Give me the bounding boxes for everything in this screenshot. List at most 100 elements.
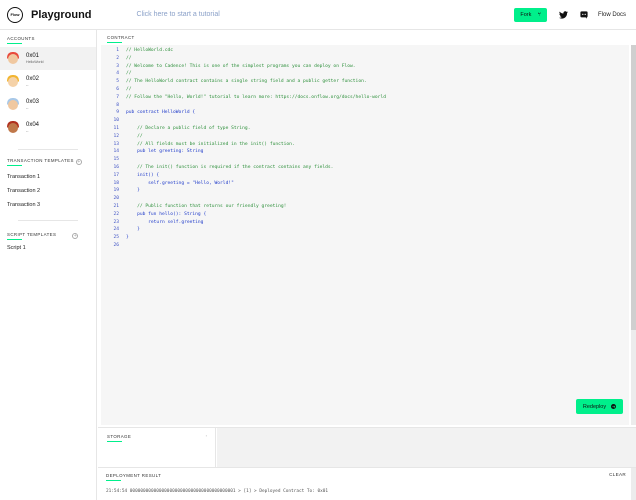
deployment-scrollbar[interactable] — [631, 468, 636, 500]
redeploy-button[interactable]: Redeploy ➜ — [576, 399, 623, 414]
clear-button[interactable]: CLEAR — [609, 472, 626, 477]
storage-list: STORAGE › — [101, 428, 216, 468]
code-line[interactable]: pub fun hello(): String { — [126, 211, 206, 219]
code-line[interactable]: // — [126, 86, 132, 94]
code-line[interactable]: // HelloWorld.cdc — [126, 47, 173, 55]
line-number: 23 — [113, 219, 119, 225]
line-number: 25 — [113, 235, 119, 241]
accounts-list: 0x01 HelloWorld 0x02 -- 0x03 -- 0x04 -- — [0, 47, 96, 139]
code-line[interactable]: // — [126, 133, 143, 141]
code-line[interactable]: } — [126, 234, 129, 242]
line-number: 9 — [116, 110, 119, 116]
code-line[interactable]: } — [126, 187, 140, 195]
line-number: 1 — [116, 48, 119, 53]
sidebar: ACCOUNTS 0x01 HelloWorld 0x02 -- 0x03 -- 0x04-… — [0, 30, 97, 500]
line-number: 22 — [113, 211, 119, 217]
code-line[interactable]: init() { — [126, 172, 159, 180]
contract-editor-panel: CONTRACT 1 // HelloWorld.cdc 2 // 3 // Welcom… — [98, 30, 636, 427]
line-number: 6 — [116, 87, 119, 92]
line-number: 14 — [113, 149, 119, 155]
accounts-title: ACCOUNTS — [7, 36, 35, 41]
code-line[interactable]: pub let greeting: String — [126, 148, 203, 156]
deployment-log-line: 21:54:54 0000000000000000000000000000000… — [106, 489, 329, 494]
transaction-templates-underline — [7, 165, 22, 166]
code-line[interactable]: } — [126, 226, 140, 234]
code-line[interactable]: pub contract HelloWorld { — [126, 109, 195, 117]
account-text: 0x01 HelloWorld — [26, 52, 44, 65]
deployment-header: DEPLOYMENT RESULT — [106, 473, 161, 481]
account-item[interactable]: 0x04 -- — [0, 116, 96, 139]
redeploy-label: Redeploy — [582, 403, 607, 410]
flow-logo[interactable]: Flow — [7, 6, 23, 23]
discord-icon[interactable] — [580, 11, 588, 19]
account-text: 0x04 -- — [26, 121, 39, 134]
avatar-face — [8, 53, 18, 64]
storage-title: STORAGE — [107, 434, 132, 439]
storage-panel: STORAGE › — [98, 427, 636, 468]
redeploy-arrow-icon: ➜ — [611, 404, 617, 409]
script-templates-title: SCRIPT TEMPLATES — [7, 232, 57, 237]
contract-title: CONTRACT — [107, 35, 135, 40]
code-line[interactable]: self.greeting = "Hello, World!" — [126, 180, 234, 188]
code-line[interactable]: return self.greeting — [126, 219, 203, 227]
transaction-item[interactable]: Transaction 1 — [0, 170, 96, 184]
account-item[interactable]: 0x03 -- — [0, 93, 96, 116]
line-number: 8 — [116, 102, 119, 108]
transaction-list: Transaction 1 Transaction 2 Transaction 3 — [0, 170, 96, 212]
account-address: 0x03 — [26, 99, 40, 105]
avatar-face — [8, 76, 18, 87]
code-line[interactable]: // The HelloWorld contract contains a si… — [126, 78, 367, 86]
avatar — [7, 120, 19, 135]
avatar — [7, 51, 19, 66]
code-line[interactable]: // — [126, 70, 132, 78]
twitter-icon[interactable] — [558, 11, 568, 19]
code-line[interactable]: // — [126, 55, 132, 63]
avatar — [7, 97, 19, 112]
code-line[interactable]: // Public function that returns our frie… — [126, 203, 286, 211]
accounts-underline — [7, 43, 22, 44]
transaction-templates-title: TRANSACTION TEMPLATES — [7, 158, 74, 163]
fork-button[interactable]: Fork ⑂ — [514, 8, 547, 22]
code-line[interactable]: // Welcome to Cadence! This is one of th… — [126, 63, 356, 71]
account-contract: -- — [26, 83, 29, 87]
code-line[interactable]: // Declare a public field of type String… — [126, 125, 250, 133]
line-number: 19 — [113, 188, 119, 194]
add-transaction-icon[interactable]: + — [75, 159, 82, 165]
account-text: 0x03 -- — [26, 98, 39, 111]
transaction-item[interactable]: Transaction 3 — [0, 198, 96, 212]
line-number: 26 — [113, 243, 119, 248]
script-item[interactable]: Script 1 — [0, 241, 96, 255]
flow-docs-link[interactable]: Flow Docs — [598, 12, 626, 18]
line-number: 21 — [113, 204, 119, 209]
line-number: 24 — [113, 227, 119, 233]
add-script-icon[interactable]: + — [72, 233, 79, 239]
fork-label: Fork — [520, 12, 532, 18]
transaction-templates-header: TRANSACTION TEMPLATES + — [0, 157, 96, 167]
script-templates-header: SCRIPT TEMPLATES + — [0, 231, 96, 241]
account-item[interactable]: 0x02 -- — [0, 70, 96, 93]
deployment-underline — [106, 480, 121, 481]
line-number: 7 — [116, 94, 119, 100]
deployment-result-panel: DEPLOYMENT RESULT CLEAR 21:54:54 0000000… — [98, 467, 636, 500]
line-number: 11 — [113, 126, 119, 131]
code-line[interactable]: // All fields must be initialized in the… — [126, 141, 295, 149]
tutorial-link[interactable]: Click here to start a tutorial — [137, 11, 220, 18]
code-line[interactable]: // Follow the "Hello, World!" tutorial t… — [126, 94, 386, 102]
code-line[interactable]: // The init() function is required if th… — [126, 164, 333, 172]
account-item[interactable]: 0x01 HelloWorld — [0, 47, 96, 70]
top-bar: Flow Playground Click here to start a tu… — [0, 0, 636, 30]
account-address: 0x04 — [26, 122, 40, 128]
storage-toggle-icon[interactable]: › — [206, 433, 207, 438]
line-number: 15 — [113, 157, 119, 163]
line-number: 18 — [113, 180, 119, 186]
editor-scrollbar[interactable] — [631, 45, 636, 425]
transaction-item[interactable]: Transaction 2 — [0, 184, 96, 198]
script-list: Script 1 — [0, 241, 96, 255]
avatar-face — [8, 99, 18, 110]
editor-scroll-thumb[interactable] — [631, 45, 636, 330]
line-number: 13 — [113, 141, 119, 147]
header-actions: Fork ⑂ Flow Docs — [514, 0, 636, 30]
account-contract: -- — [26, 129, 29, 133]
line-number: 20 — [113, 196, 119, 202]
code-editor[interactable]: 1 // HelloWorld.cdc 2 // 3 // Welcome to Cade… — [101, 45, 629, 425]
